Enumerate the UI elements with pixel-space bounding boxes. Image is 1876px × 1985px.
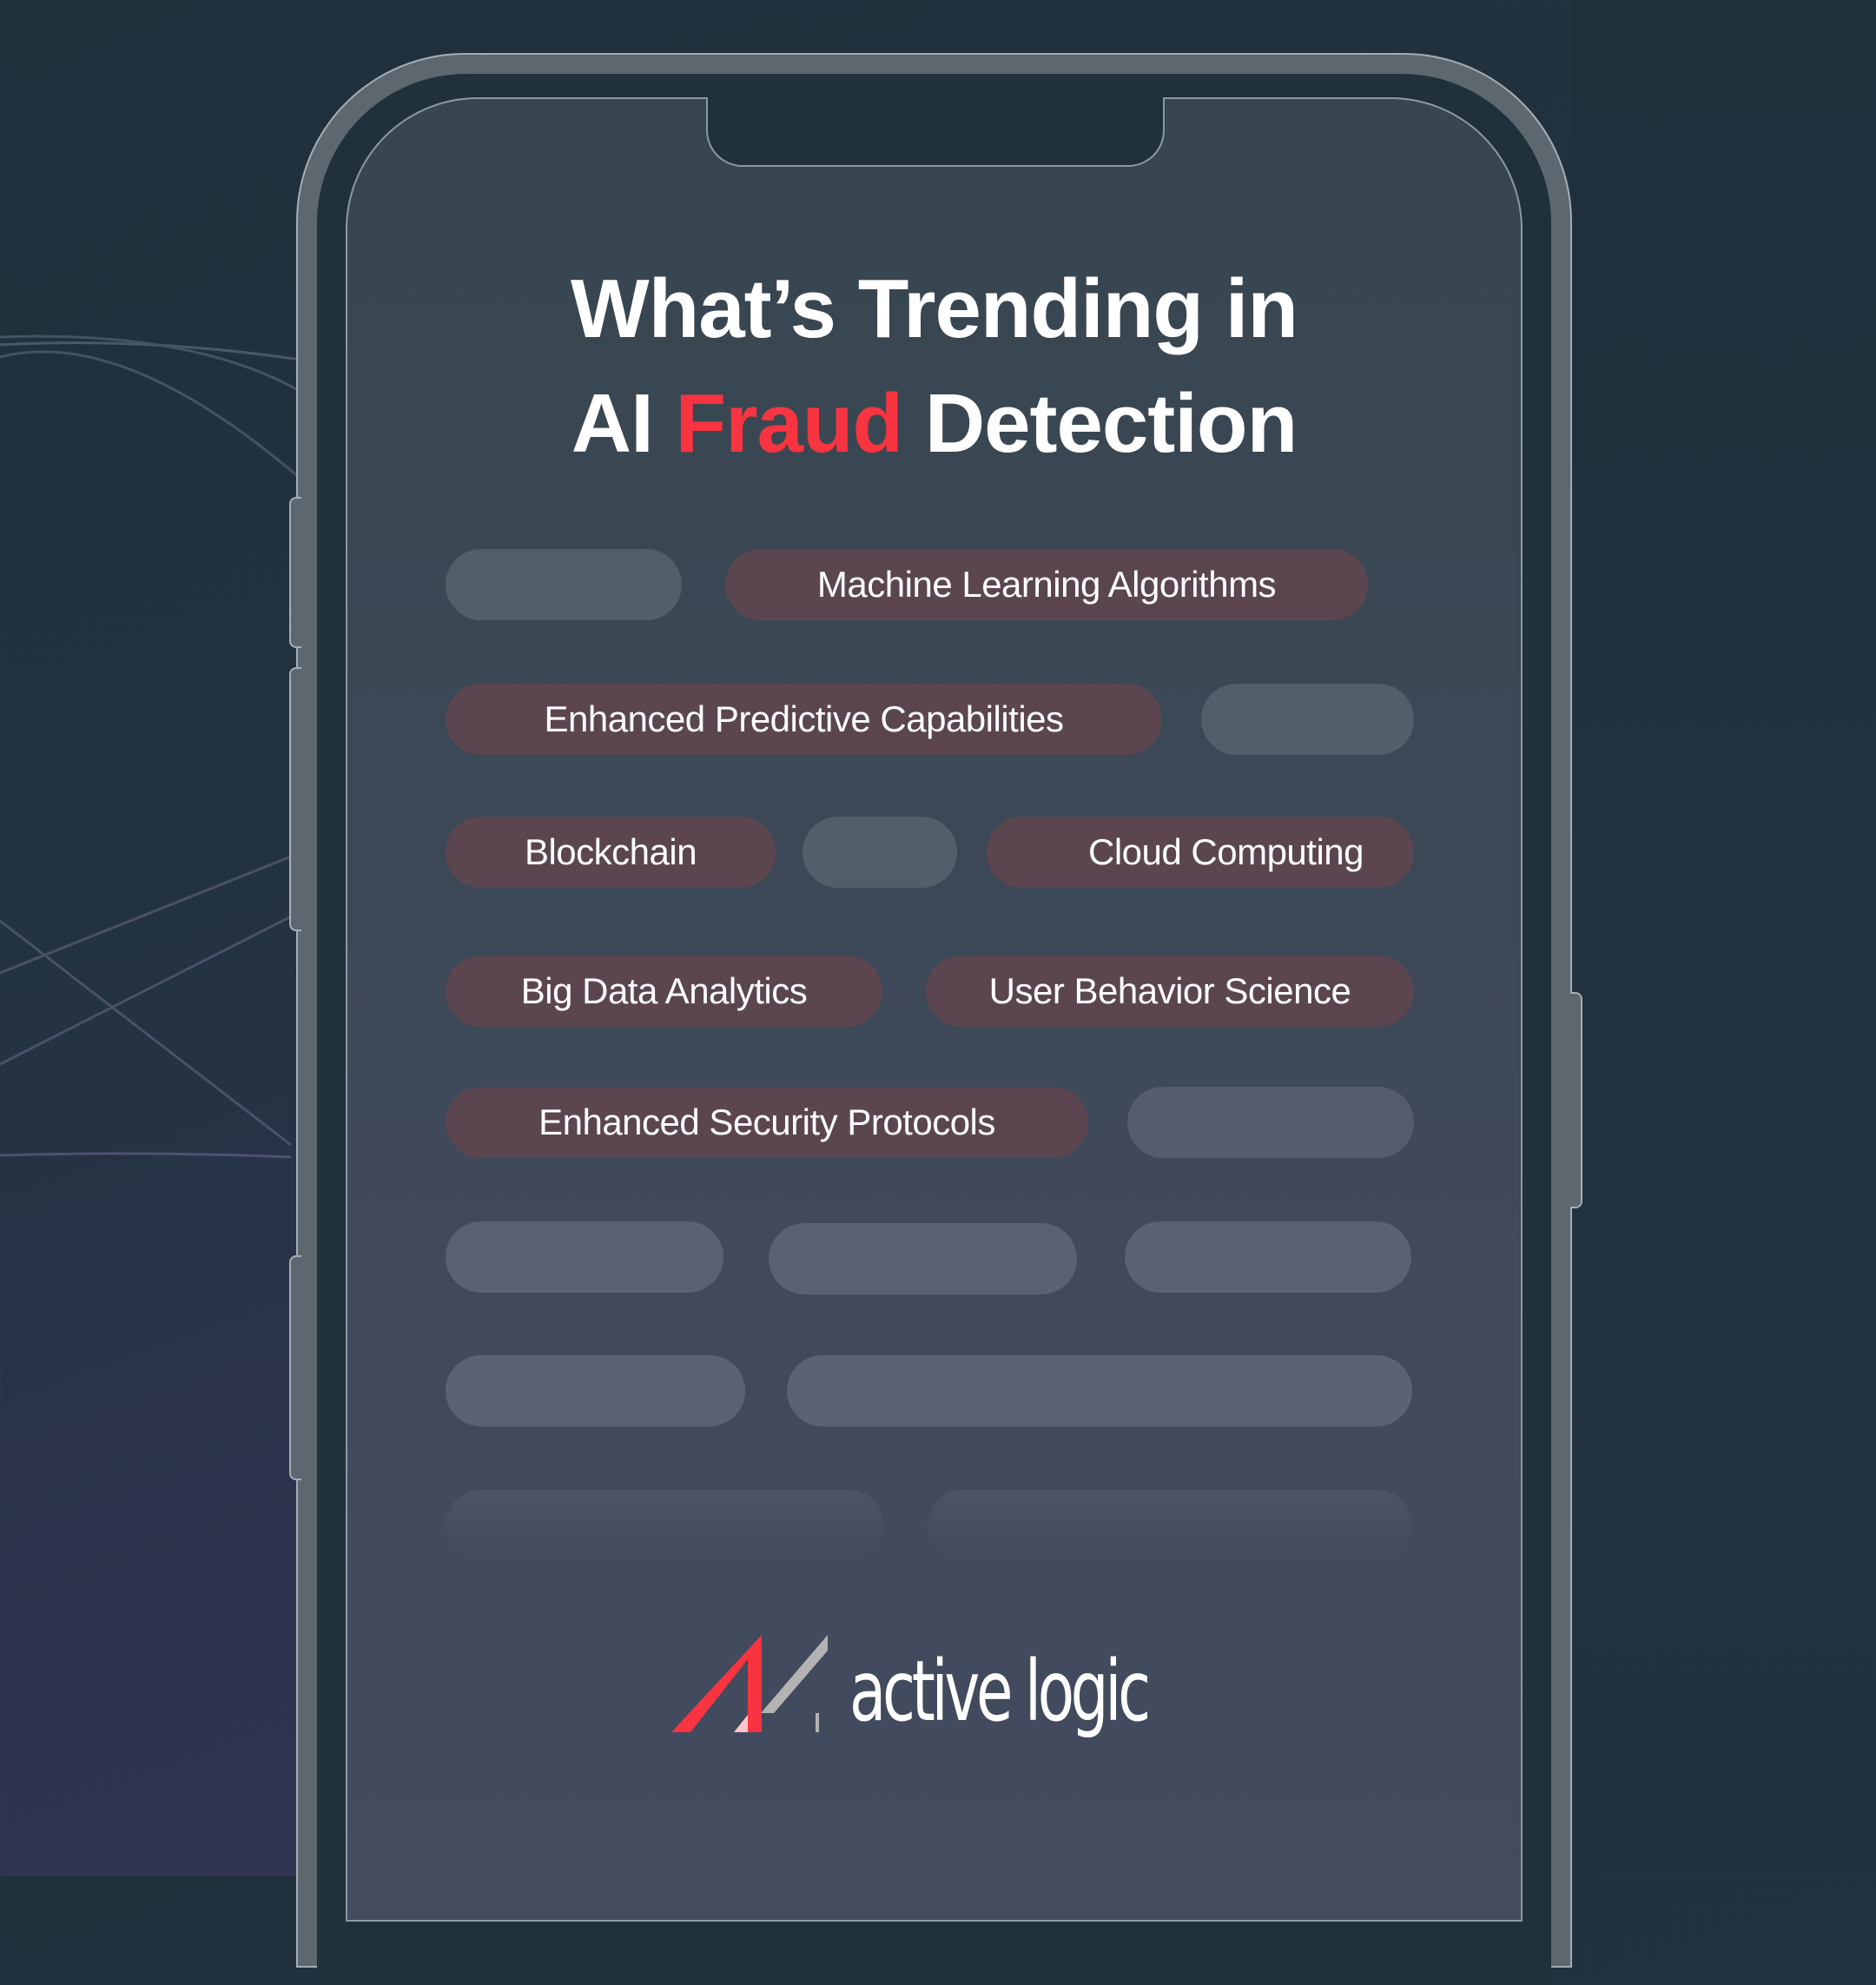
title-prefix: AI: [571, 377, 654, 470]
phone-side-button-volume-up: [289, 667, 301, 931]
tag-enhanced-predictive-capabilities[interactable]: Enhanced Predictive Capabilities: [446, 684, 1162, 755]
tag-user-behavior-science[interactable]: User Behavior Science: [926, 956, 1414, 1027]
tag-enhanced-security-protocols[interactable]: Enhanced Security Protocols: [446, 1087, 1088, 1158]
page-title: What’s Trending in AI Fraud Detection: [346, 252, 1523, 481]
brand-logo: active logic: [671, 1613, 1263, 1735]
tag-cloud-computing[interactable]: Cloud Computing: [987, 817, 1414, 888]
phone-side-button-silent: [289, 497, 301, 648]
placeholder-pill: [446, 549, 682, 620]
tag-label: Cloud Computing: [1087, 831, 1364, 872]
placeholder-pill-faded: [446, 1490, 884, 1561]
placeholder-pill: [1125, 1221, 1411, 1293]
background-right: [1570, 0, 1876, 1876]
title-line-1: What’s Trending in: [570, 262, 1298, 355]
tag-machine-learning-algorithms[interactable]: Machine Learning Algorithms: [725, 549, 1368, 620]
title-accent-word: Fraud: [675, 377, 903, 470]
tag-label: Big Data Analytics: [520, 970, 808, 1011]
title-line-2: AI Fraud Detection: [346, 367, 1523, 481]
placeholder-pill: [1201, 684, 1414, 755]
tag-label: User Behavior Science: [988, 970, 1351, 1011]
logo-wordmark: active logic: [849, 1643, 1151, 1740]
placeholder-pill: [446, 1355, 745, 1426]
tag-big-data-analytics[interactable]: Big Data Analytics: [446, 956, 882, 1027]
background-decorative-lines: [0, 334, 301, 1159]
phone-side-button-volume-down: [289, 1255, 301, 1480]
tag-label: Enhanced Predictive Capabilities: [544, 698, 1064, 739]
title-suffix: Detection: [924, 377, 1298, 470]
phone-screen: What’s Trending in AI Fraud Detection Ma…: [346, 97, 1523, 1922]
active-logic-logo-icon: [671, 1635, 832, 1732]
tag-label: Blockchain: [524, 831, 697, 872]
placeholder-pill: [787, 1355, 1412, 1426]
placeholder-pill: [769, 1223, 1077, 1294]
tag-label: Enhanced Security Protocols: [538, 1102, 995, 1142]
placeholder-pill: [1127, 1087, 1414, 1158]
placeholder-pill: [446, 1221, 723, 1293]
tag-blockchain[interactable]: Blockchain: [446, 817, 776, 888]
phone-side-button-power: [1570, 992, 1582, 1208]
phone-notch: [706, 97, 1165, 167]
placeholder-pill-faded: [928, 1490, 1412, 1561]
placeholder-pill: [803, 817, 957, 888]
tag-label: Machine Learning Algorithms: [816, 564, 1277, 605]
